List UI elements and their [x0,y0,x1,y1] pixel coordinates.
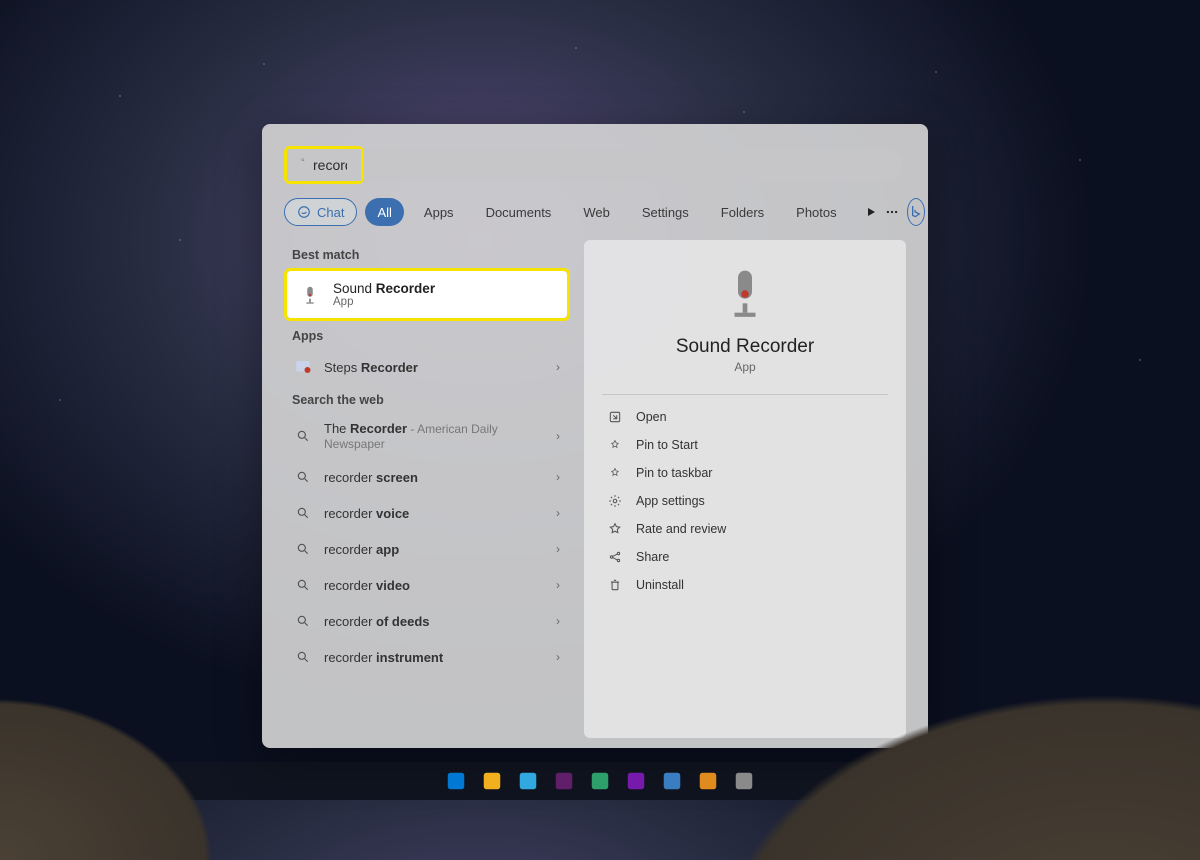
taskbar-onenote[interactable] [624,769,648,793]
search-icon [294,612,312,630]
search-icon [294,576,312,594]
chevron-right-icon: › [556,578,560,592]
search-icon [294,540,312,558]
search-box-remainder[interactable] [362,149,902,181]
chevron-right-icon: › [556,429,560,443]
best-match-item[interactable]: Sound Recorder App [287,271,567,318]
more-icon[interactable] [885,198,899,226]
chevron-right-icon: › [556,542,560,556]
search-icon [294,468,312,486]
divider [602,394,888,395]
search-input[interactable] [313,157,347,173]
share-icon [608,550,622,564]
chat-pill[interactable]: Chat [284,198,357,226]
taskbar-edge[interactable] [516,769,540,793]
action-share[interactable]: Share [602,543,888,571]
best-match-label: Best match [284,240,570,268]
app-result-steps-recorder[interactable]: Steps Recorder › [284,349,570,385]
trash-icon [608,578,622,592]
start-search-panel: Chat All Apps Documents Web Settings Fol… [262,124,928,748]
search-box[interactable] [287,149,361,181]
action-open[interactable]: Open [602,403,888,431]
search-icon [294,427,312,445]
taskbar-start[interactable] [444,769,468,793]
taskbar-snip[interactable] [696,769,720,793]
preview-pane: Sound Recorder App OpenPin to StartPin t… [584,240,906,738]
action-pin-to-start[interactable]: Pin to Start [602,431,888,459]
web-result[interactable]: The Recorder - American Daily Newspaper› [284,413,570,459]
search-icon [294,504,312,522]
web-result[interactable]: recorder instrument› [284,639,570,675]
filter-tab-photos[interactable]: Photos [784,198,848,226]
action-uninstall[interactable]: Uninstall [602,571,888,599]
best-match-highlight: Sound Recorder App [284,268,570,321]
search-highlight [284,146,364,184]
results-column: Best match Sound Recorder App Apps [284,240,570,738]
web-result[interactable]: recorder of deeds› [284,603,570,639]
pin-icon [608,466,622,480]
web-label: Search the web [284,385,570,413]
filter-tab-documents[interactable]: Documents [474,198,564,226]
filter-tab-apps[interactable]: Apps [412,198,466,226]
filter-tab-web[interactable]: Web [571,198,622,226]
filter-tab-all[interactable]: All [365,198,403,226]
taskbar-slack[interactable] [552,769,576,793]
action-rate-and-review[interactable]: Rate and review [602,515,888,543]
microphone-icon [717,266,773,322]
star-icon [608,522,622,536]
taskbar-notepad[interactable] [660,769,684,793]
taskbar-teams[interactable] [588,769,612,793]
web-result[interactable]: recorder video› [284,567,570,603]
microphone-icon [299,284,321,306]
search-icon [294,648,312,666]
taskbar [0,762,1200,800]
search-icon [301,158,305,172]
bing-icon[interactable] [907,198,925,226]
apps-label: Apps [284,321,570,349]
chat-label: Chat [317,205,344,220]
settings-icon [608,494,622,508]
action-app-settings[interactable]: App settings [602,487,888,515]
chevron-right-icon: › [556,470,560,484]
steps-recorder-icon [294,358,312,376]
action-pin-to-taskbar[interactable]: Pin to taskbar [602,459,888,487]
preview-title: Sound Recorder [676,336,814,358]
web-result[interactable]: recorder voice› [284,495,570,531]
play-icon[interactable] [865,198,877,226]
open-icon [608,410,622,424]
chevron-right-icon: › [556,506,560,520]
web-result[interactable]: recorder screen› [284,459,570,495]
preview-kind: App [734,360,755,374]
pin-icon [608,438,622,452]
filter-row: Chat All Apps Documents Web Settings Fol… [284,198,906,226]
web-result[interactable]: recorder app› [284,531,570,567]
chevron-right-icon: › [556,360,560,374]
chevron-right-icon: › [556,650,560,664]
filter-tab-settings[interactable]: Settings [630,198,701,226]
chevron-right-icon: › [556,614,560,628]
taskbar-sound-recorder[interactable] [732,769,756,793]
action-list: OpenPin to StartPin to taskbarApp settin… [602,403,888,599]
filter-tab-folders[interactable]: Folders [709,198,776,226]
taskbar-file-explorer[interactable] [480,769,504,793]
